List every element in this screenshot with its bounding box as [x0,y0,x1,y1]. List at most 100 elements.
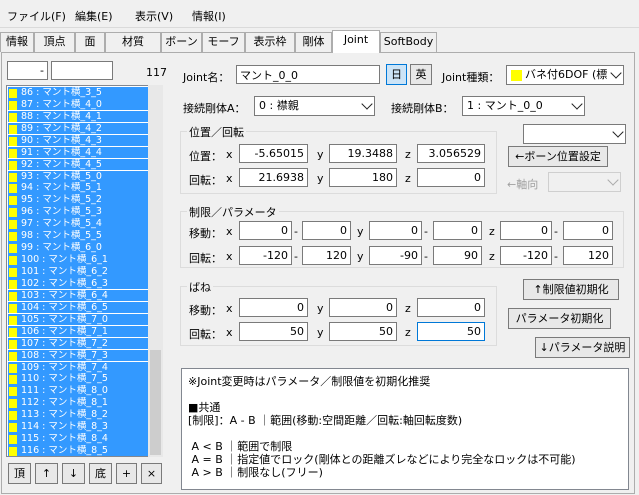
limit-init-button[interactable]: ↑制限値初期化 [523,279,619,300]
list-item[interactable]: 90 : マント横_4_3 [8,134,148,147]
menu-file[interactable]: ファイル(F) [7,8,66,24]
list-item[interactable]: 92 : マント横_4_5 [8,158,148,171]
param-desc-button[interactable]: ↓パラメータ説明 [535,337,630,358]
list-item[interactable]: 102 : マント横_6_3 [8,277,148,290]
menu-info[interactable]: 情報(I) [192,8,226,24]
tab-face[interactable]: 面 [75,32,105,52]
body-a-select[interactable]: 0 : 襟親 [254,96,375,116]
rot-z-max-input[interactable] [563,246,613,265]
pos-x-input[interactable] [239,144,308,163]
menu-view[interactable]: 表示(V) [135,8,173,24]
spring-move-y-input[interactable] [329,298,397,317]
rot-x-max-input[interactable] [302,246,351,265]
list-item[interactable]: 114 : マント横_8_3 [8,421,148,433]
list-item[interactable]: 113 : マント横_8_2 [8,409,148,421]
list-item[interactable]: 96 : マント横_5_3 [8,206,148,218]
list-item[interactable]: 95 : マント横_5_2 [8,194,148,206]
list-item-label: 89 : マント横_4_2 [21,122,102,134]
lang-ja-button[interactable]: 日 [386,64,407,85]
rot-x-input[interactable] [239,168,308,187]
spring-rot-z-input[interactable] [417,322,485,341]
tab-material[interactable]: 材質 [105,32,161,52]
tab-vertex[interactable]: 頂点 [34,32,75,52]
list-item[interactable]: 111 : マント横_8_0 [8,385,148,397]
list-item[interactable]: 115 : マント横_8_4 [8,433,148,445]
delete-button[interactable]: × [141,463,162,484]
list-item[interactable]: 99 : マント横_6_0 [8,242,148,254]
list-item[interactable]: 107 : マント横_7_2 [8,337,148,350]
list-item[interactable]: 91 : マント横_4_4 [8,146,148,159]
list-item[interactable]: 98 : マント横_5_5 [8,230,148,242]
spring-move-z-input[interactable] [417,298,485,317]
list-item[interactable]: 104 : マント横_6_5 [8,301,148,314]
add-button[interactable]: + [116,463,137,484]
joint-color-swatch [9,100,17,110]
axis-direction-select[interactable] [548,172,621,192]
joint-list[interactable]: 86 : マント横_3_5 87 : マント横_4_0 88 : マント横_4_1 8… [6,85,163,457]
spring-rot-x-input[interactable] [239,322,308,341]
spring-move-x-input[interactable] [239,298,308,317]
move-y-min-input[interactable] [369,221,422,240]
list-item[interactable]: 87 : マント横_4_0 [8,98,148,111]
list-item[interactable]: 94 : マント横_5_1 [8,182,148,194]
bone-select[interactable] [523,124,626,144]
tab-joint[interactable]: Joint [332,30,380,53]
move-bottom-button[interactable]: 底 [89,463,112,484]
list-item[interactable]: 100 : マント横_6_1 [8,254,148,266]
rot-y-input[interactable] [329,168,397,187]
rot-z-input[interactable] [417,168,485,187]
move-up-button[interactable]: ↑ [35,463,58,484]
list-item[interactable]: 108 : マント横_7_3 [8,349,148,362]
lang-en-button[interactable]: 英 [410,64,432,85]
move-y-max-input[interactable] [433,221,482,240]
tab-info[interactable]: 情報 [0,32,34,52]
body-b-select[interactable]: 1 : マント_0_0 [462,96,585,116]
move-x-min-input[interactable] [239,221,292,240]
rot-x-min-input[interactable] [239,246,292,265]
list-item[interactable]: 88 : マント横_4_1 [8,110,148,123]
list-item[interactable]: 109 : マント横_7_4 [8,361,148,374]
spring-rot-z-axis: z [405,326,411,339]
list-item[interactable]: 86 : マント横_3_5 [8,87,148,99]
joint-color-swatch [9,268,17,278]
list-item[interactable]: 97 : マント横_5_4 [8,218,148,230]
move-x-max-input[interactable] [302,221,351,240]
list-item[interactable]: 101 : マント横_6_2 [8,266,148,278]
spring-rot-y-input[interactable] [329,322,397,341]
move-top-button[interactable]: 頂 [8,463,31,484]
joint-color-swatch [9,208,17,218]
search-field[interactable] [7,61,48,80]
bone-position-button[interactable]: ←ボーン位置設定 [508,146,608,167]
list-item[interactable]: 105 : マント横_7_0 [8,313,148,326]
tab-display-frame[interactable]: 表示枠 [245,32,295,52]
chevron-down-icon [612,126,624,138]
spring-move-x-axis: x [226,302,233,315]
menu-edit[interactable]: 編集(E) [75,8,113,24]
tab-morph[interactable]: モーフ [202,32,245,52]
rot-z-min-input[interactable] [500,246,552,265]
pos-z-input[interactable] [417,144,485,163]
move-z-min-input[interactable] [500,221,552,240]
list-scrollbar-thumb[interactable] [150,350,161,455]
list-item-label: 113 : マント横_8_2 [21,409,108,421]
filter-field[interactable] [51,61,113,80]
rot-y-max-input[interactable] [433,246,482,265]
list-item[interactable]: 89 : マント横_4_2 [8,122,148,135]
joint-type-select[interactable]: バネ付6DOF (標 [506,65,624,85]
list-item[interactable]: 103 : マント横_6_4 [8,289,148,302]
list-item[interactable]: 112 : マント横_8_1 [8,397,148,409]
list-item[interactable]: 93 : マント横_5_0 [8,170,148,183]
rot-y-min-input[interactable] [369,246,422,265]
pos-y-input[interactable] [329,144,397,163]
move-z-max-input[interactable] [563,221,613,240]
description-box[interactable]: ※Joint変更時はパラメータ／制限値を初期化推奨 ■共通 [制限]：A - B… [181,368,629,490]
param-init-button[interactable]: パラメータ初期化 [508,308,611,329]
tab-rigidbody[interactable]: 剛体 [295,32,332,52]
tab-softbody[interactable]: SoftBody [380,32,437,52]
list-item[interactable]: 116 : マント横_8_5 [8,445,148,456]
move-down-button[interactable]: ↓ [62,463,85,484]
list-item[interactable]: 106 : マント横_7_1 [8,325,148,338]
list-item[interactable]: 110 : マント横_7_5 [8,373,148,385]
joint-name-input[interactable] [236,65,380,84]
tab-bone[interactable]: ボーン [161,32,202,52]
